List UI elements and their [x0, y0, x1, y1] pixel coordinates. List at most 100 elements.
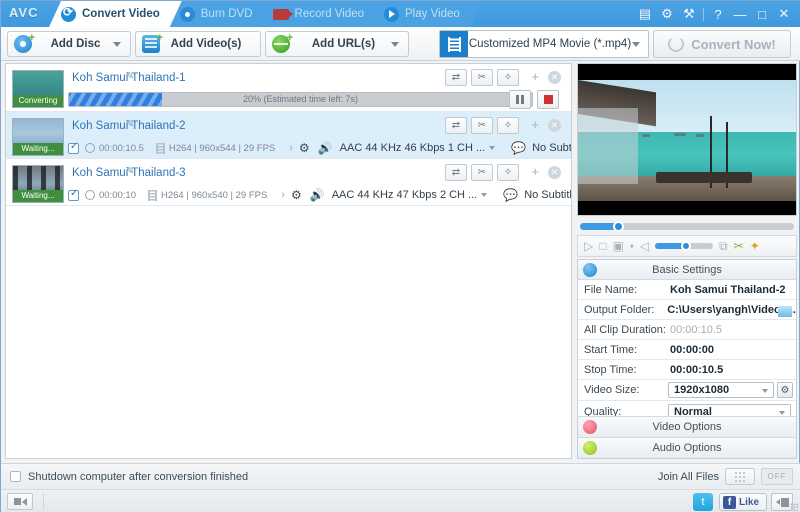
edit-pencil-icon[interactable]: ✎ [126, 119, 134, 130]
panel-collapse-button[interactable] [7, 493, 33, 510]
snapshot-icon[interactable]: ▣ [612, 239, 623, 253]
effect-icon[interactable]: ⇄ [445, 69, 467, 86]
help-icon[interactable]: ? [707, 1, 729, 27]
disc-icon [180, 7, 195, 22]
setting-value[interactable]: 00:00:10.5 [666, 364, 796, 376]
seek-handle[interactable] [613, 221, 624, 232]
wrench-icon[interactable]: ⚒ [678, 1, 700, 27]
video-size-select[interactable]: 1920x1080 [668, 382, 774, 398]
volume-handle[interactable] [681, 241, 691, 251]
close-icon[interactable]: ✕ [773, 1, 795, 27]
pause-button[interactable] [509, 90, 531, 109]
resize-grip[interactable] [790, 503, 798, 511]
add-disc-button[interactable]: + Add Disc [7, 31, 131, 57]
add-url-button[interactable]: + Add URL(s) [265, 31, 409, 57]
tab-convert-video[interactable]: Convert Video [49, 1, 182, 27]
remove-row-icon[interactable]: ✕ [548, 166, 561, 179]
magic-wand-icon[interactable]: ✧ [497, 164, 519, 181]
remove-row-icon[interactable]: ✕ [548, 71, 561, 84]
setting-value[interactable]: Koh Samui Thailand-2 [666, 284, 796, 296]
seek-slider[interactable] [580, 223, 794, 230]
edit-pencil-icon[interactable]: ✎ [126, 166, 134, 177]
subtitle-label[interactable]: No Subtitle [524, 189, 572, 201]
stop-button[interactable] [537, 90, 559, 109]
file-list-panel[interactable]: Converting ✎ Koh Samui Thailand-1 ⇄ ✂ ✧ … [5, 63, 572, 459]
chevron-down-icon[interactable]: ▾ [630, 242, 634, 251]
facebook-like-button[interactable]: f Like [719, 493, 767, 511]
basic-settings-header[interactable]: Basic Settings [578, 260, 796, 280]
chevron-down-icon[interactable] [113, 42, 121, 47]
log-icon[interactable]: ▤ [634, 1, 656, 27]
magic-wand-icon[interactable]: ✧ [497, 69, 519, 86]
gear-icon[interactable]: ⚙ [656, 1, 678, 27]
add-row-icon[interactable]: + [531, 164, 539, 179]
shutdown-checkbox[interactable] [10, 471, 21, 482]
video-options-row[interactable]: Video Options [578, 416, 796, 437]
settings-icon [583, 263, 597, 277]
clone-icon[interactable]: ⧉ [719, 239, 728, 254]
join-toggle[interactable]: OFF [761, 468, 793, 485]
triangle-left-icon [776, 499, 780, 505]
tab-record-video-label: Record Video [295, 8, 364, 20]
table-row[interactable]: Waiting... ✎ Koh Samui Thailand-3 ⇄ ✂ ✧ … [6, 159, 571, 206]
row-checkbox[interactable] [68, 143, 79, 154]
film-icon [440, 31, 468, 57]
effect-icon[interactable]: ⇄ [445, 164, 467, 181]
magic-wand-icon[interactable]: ✦ [750, 239, 760, 253]
tab-record-video[interactable]: Record Video [261, 1, 386, 27]
title-bar: AVC Convert Video Burn DVD Record Video … [1, 1, 800, 27]
tab-burn-dvd[interactable]: Burn DVD [168, 1, 275, 27]
setting-value[interactable]: C:\Users\yangh\Videos... [663, 304, 796, 316]
subtitle-label[interactable]: No Subtitle [532, 142, 572, 154]
audio-options-row[interactable]: Audio Options [578, 437, 796, 458]
row-checkbox[interactable] [68, 190, 79, 201]
add-row-icon[interactable]: + [531, 69, 539, 84]
chevron-right-icon: › [281, 189, 285, 201]
chevron-down-icon[interactable] [779, 411, 785, 415]
minimize-icon[interactable]: — [729, 1, 751, 27]
convert-now-button[interactable]: Convert Now! [653, 30, 791, 58]
chevron-down-icon[interactable] [481, 193, 487, 197]
scissors-icon[interactable]: ✂ [471, 69, 493, 86]
scissors-icon[interactable]: ✂ [471, 164, 493, 181]
play-icon[interactable]: ▷ [584, 239, 593, 253]
gear-icon[interactable]: ⚙ [299, 141, 310, 155]
setting-value: 00:00:10.5 [666, 324, 796, 336]
chevron-down-icon[interactable] [489, 146, 495, 150]
table-row[interactable]: Converting ✎ Koh Samui Thailand-1 ⇄ ✂ ✧ … [6, 64, 571, 112]
file-name-label[interactable]: ✎ Koh Samui Thailand-2 [72, 120, 186, 132]
scissors-icon[interactable]: ✂ [471, 117, 493, 134]
chevron-down-icon[interactable] [632, 42, 640, 47]
output-profile-select[interactable]: Customized MP4 Movie (*.mp4) [439, 30, 649, 58]
audio-track-label[interactable]: AAC 44 KHz 46 Kbps 1 CH ... [340, 142, 486, 154]
setting-value[interactable]: 00:00:00 [666, 344, 796, 356]
maximize-icon[interactable]: □ [751, 1, 773, 27]
chevron-down-icon[interactable] [762, 389, 768, 393]
video-preview[interactable] [577, 63, 797, 216]
twitter-button[interactable]: t [693, 493, 713, 511]
magic-wand-icon[interactable]: ✧ [497, 117, 519, 134]
speaker-icon: 🔊 [318, 141, 333, 155]
table-row[interactable]: Waiting... ✎ Koh Samui Thailand-2 ⇄ ✂ ✧ … [6, 112, 571, 159]
folder-icon[interactable] [778, 306, 792, 317]
join-all-files-button[interactable] [725, 468, 755, 485]
add-video-button[interactable]: + Add Video(s) [135, 31, 261, 57]
main-toolbar: + Add Disc + Add Video(s) + Add URL(s) C… [1, 27, 800, 61]
gear-icon[interactable]: ⚙ [291, 188, 302, 202]
add-row-icon[interactable]: + [531, 117, 539, 132]
volume-icon[interactable]: ◁ [640, 239, 649, 253]
stop-icon[interactable]: □ [599, 239, 606, 253]
audio-track-label[interactable]: AAC 44 KHz 47 Kbps 2 CH ... [332, 189, 478, 201]
effect-icon[interactable]: ⇄ [445, 117, 467, 134]
chevron-down-icon[interactable] [391, 42, 399, 47]
file-name-label[interactable]: ✎ Koh Samui Thailand-1 [72, 72, 186, 84]
film-icon [148, 190, 157, 201]
scissors-icon[interactable]: ✂ [734, 239, 744, 253]
file-name-label[interactable]: ✎ Koh Samui Thailand-3 [72, 167, 186, 179]
remove-row-icon[interactable]: ✕ [548, 119, 561, 132]
video-info-label: H264 | 960x544 | 29 FPS [169, 143, 275, 154]
tab-play-video[interactable]: Play Video [372, 1, 482, 27]
volume-slider[interactable] [655, 243, 713, 249]
edit-pencil-icon[interactable]: ✎ [126, 71, 134, 82]
video-size-settings-button[interactable]: ⚙ [777, 382, 793, 398]
